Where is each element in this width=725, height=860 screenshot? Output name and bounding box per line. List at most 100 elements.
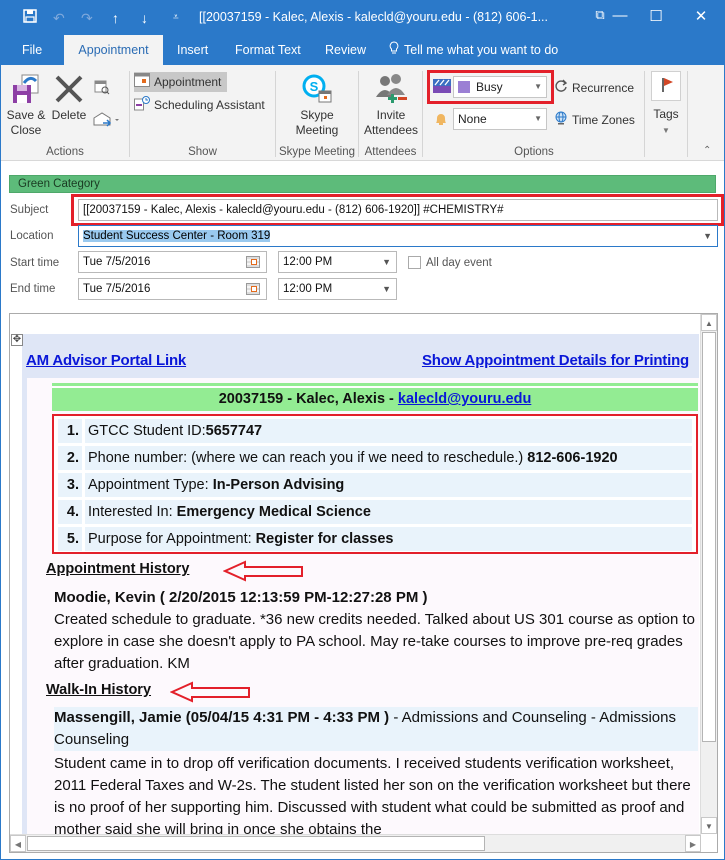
- appointment-view-button[interactable]: Appointment: [134, 72, 228, 92]
- detail-value: Register for classes: [255, 531, 394, 547]
- advisor-portal-link[interactable]: AM Advisor Portal Link: [26, 352, 186, 369]
- detail-row: 3. Appointment Type: In-Person Advising: [58, 473, 692, 497]
- group-show: Appointment Scheduling Assistant Show: [130, 65, 275, 161]
- end-date-value: Tue 7/5/2016: [83, 283, 151, 295]
- table-move-handle-icon[interactable]: ✥: [11, 334, 23, 346]
- portal-links: AM Advisor Portal Link Show Appointment …: [26, 352, 689, 372]
- end-time-dropdown[interactable]: 12:00 PM ▼: [278, 278, 397, 300]
- skype-label-1: Skype: [300, 108, 334, 122]
- horizontal-scrollbar[interactable]: ◀ ▶: [10, 834, 701, 852]
- detail-value: Emergency Medical Science: [176, 504, 371, 520]
- time-zones-button[interactable]: Time Zones: [554, 110, 635, 130]
- delete-button[interactable]: Delete: [51, 73, 87, 123]
- forward-icon[interactable]: [93, 111, 121, 130]
- start-date-input[interactable]: Tue 7/5/2016: [78, 251, 267, 273]
- detail-value: 5657747: [205, 423, 263, 439]
- reminder-dropdown[interactable]: None ▼: [453, 108, 547, 130]
- scroll-up-icon[interactable]: ▲: [701, 314, 717, 331]
- student-email-link[interactable]: kalecld@youru.edu: [398, 391, 531, 407]
- detail-label: Interested In:: [88, 504, 177, 520]
- message-body-editor[interactable]: ✥ AM Advisor Portal Link Show Appointmen…: [9, 313, 718, 853]
- next-item-icon[interactable]: ↓: [141, 9, 148, 27]
- scroll-right-icon[interactable]: ▶: [685, 835, 701, 852]
- group-options: Busy ▼ Recurrence None ▼ Time Zones Opti…: [423, 65, 645, 161]
- calendar-icon[interactable]: [246, 283, 260, 295]
- end-time-value: 12:00 PM: [283, 283, 333, 295]
- scroll-left-icon[interactable]: ◀: [10, 835, 26, 852]
- flag-icon: [662, 78, 673, 92]
- recurrence-button[interactable]: Recurrence: [554, 78, 634, 98]
- lightbulb-icon: [389, 35, 399, 65]
- detail-number: 3.: [58, 473, 82, 497]
- globe-icon: [554, 111, 568, 131]
- chevron-down-icon[interactable]: ▼: [703, 226, 712, 246]
- close-button[interactable]: ✕: [691, 7, 711, 25]
- undo-icon[interactable]: ↶: [53, 9, 65, 27]
- tab-insert[interactable]: Insert: [167, 35, 218, 65]
- detail-number: 1.: [58, 419, 82, 443]
- print-details-link[interactable]: Show Appointment Details for Printing: [422, 352, 689, 369]
- start-time-dropdown[interactable]: 12:00 PM ▼: [278, 251, 397, 273]
- scheduling-assistant-button[interactable]: Scheduling Assistant: [134, 95, 265, 115]
- location-input[interactable]: Student Success Center - Room 319 ▼: [78, 225, 718, 247]
- tab-file[interactable]: File: [12, 35, 52, 65]
- minimize-button[interactable]: —: [610, 7, 630, 24]
- appointment-entry-notes: Created schedule to graduate. *36 new cr…: [54, 611, 695, 672]
- recurrence-label: Recurrence: [572, 81, 635, 95]
- red-arrow-annotation-icon: [170, 681, 250, 703]
- location-value: Student Success Center - Room 319: [83, 230, 271, 242]
- detail-text: Interested In: Emergency Medical Science: [85, 500, 692, 524]
- recurrence-icon: [554, 79, 568, 99]
- walkin-entry-advisor: Massengill, Jamie (05/04/15 4:31 PM - 4:…: [54, 709, 390, 726]
- calendar-icon[interactable]: [246, 256, 260, 268]
- customize-qat-icon[interactable]: ⩡: [173, 9, 179, 27]
- invite-label-2: Attendees: [363, 123, 419, 137]
- maximize-button[interactable]: ☐: [646, 7, 666, 25]
- chevron-down-icon: ▼: [382, 284, 391, 294]
- detail-label: Purpose for Appointment:: [88, 531, 256, 547]
- scroll-thumb[interactable]: [702, 332, 716, 742]
- vertical-scrollbar[interactable]: ▲ ▼: [700, 314, 717, 834]
- red-arrow-annotation-icon: [223, 560, 303, 582]
- save-close-button[interactable]: Save & Close: [6, 73, 46, 138]
- collapse-ribbon-icon[interactable]: ⌃: [703, 145, 711, 156]
- tags-button[interactable]: Tags ▼: [649, 71, 683, 138]
- flag-icon-box: [651, 71, 681, 101]
- calendar-preview-icon[interactable]: [94, 79, 110, 98]
- tell-me-label: Tell me what you want to do: [404, 43, 559, 57]
- invite-attendees-button[interactable]: Invite Attendees: [361, 73, 421, 138]
- previous-item-icon[interactable]: ↑: [112, 9, 119, 27]
- chevron-down-icon: ▼: [534, 114, 542, 123]
- save-icon[interactable]: [23, 9, 37, 27]
- highlight-box-subject: [71, 194, 724, 226]
- redo-icon[interactable]: ↷: [81, 9, 93, 27]
- title-bar: ↶ ↷ ↑ ↓ ⩡ [[20037159 - Kalec, Alexis - k…: [1, 1, 724, 35]
- horizontal-scroll-thumb[interactable]: [27, 836, 485, 851]
- walkin-entry-title: Massengill, Jamie (05/04/15 4:31 PM - 4:…: [54, 707, 698, 751]
- ribbon-display-options-icon[interactable]: ⧉: [590, 7, 610, 23]
- skype-meeting-button[interactable]: S Skype Meeting: [284, 73, 350, 138]
- save-close-icon: [13, 74, 39, 103]
- detail-value: 812-606-1920: [527, 450, 618, 466]
- detail-text: Phone number: (where we can reach you if…: [85, 446, 692, 470]
- end-date-input[interactable]: Tue 7/5/2016: [78, 278, 267, 300]
- location-label: Location: [10, 230, 54, 242]
- chevron-down-icon: ▼: [382, 257, 391, 267]
- save-close-label-2: Close: [10, 123, 42, 137]
- tell-me-search[interactable]: Tell me what you want to do: [379, 35, 568, 65]
- delete-x-icon: [55, 75, 83, 103]
- scroll-down-icon[interactable]: ▼: [701, 817, 717, 834]
- tab-format-text[interactable]: Format Text: [225, 35, 311, 65]
- tab-review[interactable]: Review: [315, 35, 376, 65]
- group-label-show: Show: [188, 146, 217, 158]
- tab-appointment[interactable]: Appointment: [64, 35, 163, 65]
- appointment-history-heading: Appointment History: [46, 561, 190, 577]
- all-day-checkbox[interactable]: [408, 256, 421, 269]
- detail-number: 5.: [58, 527, 82, 551]
- group-label-actions: Actions: [46, 146, 84, 158]
- reminder-bell-icon: [434, 112, 448, 129]
- group-tags: Tags ▼: [645, 65, 687, 161]
- group-label-skype: Skype Meeting: [278, 146, 356, 158]
- student-header: 20037159 - Kalec, Alexis - kalecld@youru…: [52, 383, 698, 411]
- appointment-entry-advisor: Moodie, Kevin ( 2/20/2015 12:13:59 PM-12…: [54, 589, 428, 606]
